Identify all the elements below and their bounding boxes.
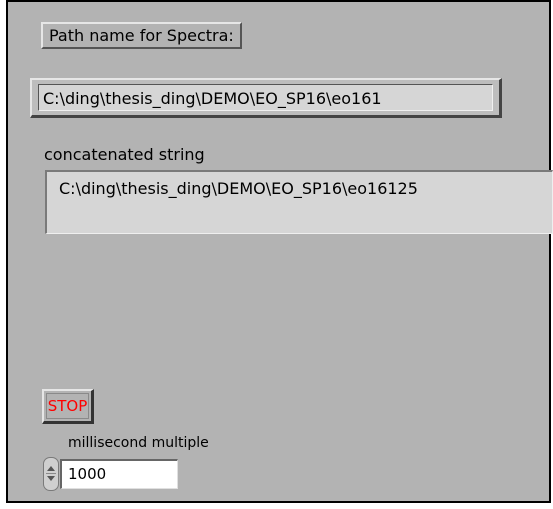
increment-arrow-icon[interactable] <box>47 466 55 471</box>
stepper-divider <box>46 473 56 474</box>
path-label: Path name for Spectra: <box>41 22 242 49</box>
increment-decrement-icon[interactable] <box>43 457 59 491</box>
stop-button-label: STOP <box>46 393 89 419</box>
millisecond-multiple-label: millisecond multiple <box>68 435 209 451</box>
front-panel: Path name for Spectra: C:\ding\thesis_di… <box>6 0 553 503</box>
millisecond-multiple-input[interactable]: 1000 <box>60 459 178 489</box>
stop-button[interactable]: STOP <box>42 389 94 424</box>
decrement-arrow-icon[interactable] <box>47 476 55 481</box>
path-control[interactable]: C:\ding\thesis_ding\DEMO\EO_SP16\eo161 <box>30 78 502 118</box>
concatenated-string-label: concatenated string <box>44 145 205 164</box>
concatenated-string-indicator: C:\ding\thesis_ding\DEMO\EO_SP16\eo16125 <box>45 170 553 234</box>
path-input[interactable]: C:\ding\thesis_ding\DEMO\EO_SP16\eo161 <box>38 84 493 111</box>
